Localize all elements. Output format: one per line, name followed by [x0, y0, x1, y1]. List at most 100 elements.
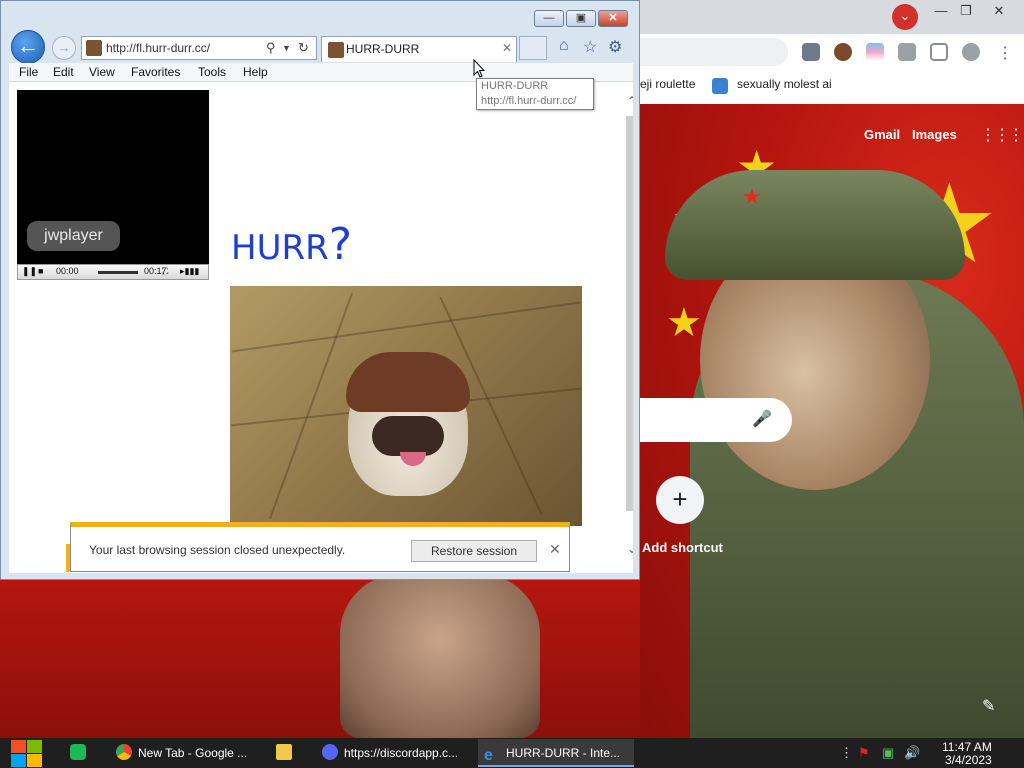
- folder-icon: [276, 744, 292, 760]
- extension-avatar-icon[interactable]: [834, 43, 852, 61]
- refresh-icon[interactable]: ↻: [298, 40, 309, 56]
- dropdown-chevron-icon[interactable]: ▼: [282, 43, 291, 53]
- clock-time[interactable]: 11:47 AM: [942, 740, 992, 754]
- bookmark-favicon-icon: [712, 78, 728, 94]
- kebab-menu-icon[interactable]: ⋮: [996, 43, 1014, 62]
- home-icon[interactable]: ⌂: [559, 37, 569, 55]
- mouse-cursor-icon: [473, 59, 485, 78]
- stop-icon[interactable]: ■: [38, 266, 43, 276]
- taskbar-item-chrome[interactable]: New Tab - Google ...: [112, 739, 264, 767]
- taskbar-item-ie[interactable]: e HURR-DURR - Inte...: [478, 739, 634, 767]
- fullscreen-icon[interactable]: ⛶: [162, 266, 168, 277]
- bookmark-item[interactable]: sexually molest ai: [737, 77, 832, 91]
- bookmark-item[interactable]: eji roulette: [640, 77, 695, 91]
- clock-date[interactable]: 3/4/2023: [945, 753, 992, 767]
- address-bar[interactable]: http://fl.hurr-durr.cc/ ⚲ ▼ ↻: [81, 36, 317, 60]
- start-button[interactable]: [10, 738, 44, 768]
- restore-session-button[interactable]: Restore session: [411, 540, 537, 562]
- heading-mark: ?: [328, 219, 353, 270]
- pause-icon[interactable]: ❚❚: [22, 266, 37, 277]
- customize-pencil-icon[interactable]: ✎: [982, 696, 995, 716]
- profile-icon[interactable]: [962, 43, 980, 61]
- taskbar: New Tab - Google ... https://discordapp.…: [0, 738, 1024, 768]
- seek-bar[interactable]: [98, 271, 138, 274]
- notification-message: Your last browsing session closed unexpe…: [89, 543, 346, 557]
- sidepanel-icon[interactable]: [930, 43, 948, 61]
- dog-face: [372, 416, 444, 456]
- taskbar-item-explorer[interactable]: [276, 739, 302, 767]
- menu-edit[interactable]: Edit: [53, 65, 74, 79]
- tab-title[interactable]: HURR-DURR: [346, 42, 419, 56]
- address-url[interactable]: http://fl.hurr-durr.cc/: [106, 41, 210, 55]
- close-icon[interactable]: ✕: [549, 541, 561, 558]
- jwplayer-logo: jwplayer: [27, 221, 120, 251]
- floor-tile-line: [231, 301, 581, 353]
- dog-hat: [346, 352, 470, 412]
- taskbar-item-label: https://discordapp.c...: [344, 746, 459, 760]
- minimize-icon[interactable]: —: [534, 10, 564, 27]
- menu-view[interactable]: View: [89, 65, 115, 79]
- page-content: jwplayer ❚❚ ■ 00:00 00:17 ⛶ ▸▮▮▮ HURR? ⌃…: [9, 82, 633, 573]
- heading-text: HURR: [231, 228, 329, 268]
- minimize-icon[interactable]: —: [928, 2, 954, 20]
- volume-icon[interactable]: 🔊: [904, 745, 920, 761]
- close-icon[interactable]: ✕: [598, 10, 628, 27]
- menu-tools[interactable]: Tools: [198, 65, 226, 79]
- bookmarks-bar: eji roulette sexually molest ai: [640, 74, 1024, 98]
- windows-logo-icon: [11, 754, 26, 767]
- spotify-taskbar-item[interactable]: [70, 739, 96, 767]
- extension-flag-icon[interactable]: [866, 43, 884, 61]
- menu-help[interactable]: Help: [243, 65, 268, 79]
- settings-gear-icon[interactable]: ⚙: [608, 37, 622, 57]
- tab-hurr-durr[interactable]: HURR-DURR ✕: [321, 36, 517, 62]
- scroll-up-icon[interactable]: ⌃: [627, 94, 633, 108]
- session-restore-notification: Your last browsing session closed unexpe…: [70, 522, 570, 572]
- taskbar-item-label: HURR-DURR - Inte...: [506, 746, 621, 760]
- flag-star-icon: ★: [666, 301, 702, 345]
- extensions-puzzle-icon[interactable]: [898, 43, 916, 61]
- close-icon[interactable]: ✕: [986, 2, 1012, 20]
- action-center-flag-icon[interactable]: ⚑: [858, 745, 870, 761]
- menu-favorites[interactable]: Favorites: [131, 65, 180, 79]
- favorites-star-icon[interactable]: ☆: [583, 37, 597, 57]
- images-link[interactable]: Images: [912, 127, 957, 142]
- chrome-icon: [116, 744, 132, 760]
- add-shortcut-label[interactable]: Add shortcut: [642, 540, 723, 555]
- microphone-icon[interactable]: 🎤: [752, 409, 772, 431]
- vertical-scrollbar[interactable]: ⌃ ⌄: [624, 82, 633, 573]
- time-current: 00:00: [56, 266, 79, 276]
- ublock-icon[interactable]: [802, 43, 820, 61]
- back-button[interactable]: ←: [11, 30, 45, 64]
- add-shortcut-button[interactable]: +: [656, 476, 704, 524]
- tooltip-url: http://fl.hurr-durr.cc/: [481, 95, 577, 107]
- gmail-link[interactable]: Gmail: [864, 127, 900, 142]
- dog-image: [230, 286, 582, 526]
- windows-logo-icon: [11, 740, 26, 753]
- restore-icon[interactable]: ❐: [953, 2, 979, 20]
- volume-icon[interactable]: ▸▮▮▮: [180, 266, 199, 277]
- windows-logo-icon: [27, 754, 42, 767]
- player-controls: ❚❚ ■ 00:00 00:17 ⛶ ▸▮▮▮: [17, 264, 209, 280]
- new-tab-button[interactable]: [519, 36, 547, 60]
- scroll-down-icon[interactable]: ⌄: [627, 542, 633, 556]
- google-apps-icon[interactable]: ⋮⋮⋮: [980, 126, 1024, 146]
- scroll-thumb[interactable]: [626, 116, 633, 511]
- spotify-icon: [70, 744, 86, 760]
- taskbar-item-label: New Tab - Google ...: [138, 746, 248, 760]
- menu-file[interactable]: File: [19, 65, 38, 79]
- cap-star-icon: ★: [742, 184, 762, 209]
- forward-button[interactable]: →: [52, 36, 76, 60]
- taskbar-item-discord[interactable]: https://discordapp.c...: [318, 739, 468, 767]
- tab-tooltip: HURR-DURR http://fl.hurr-durr.cc/: [476, 78, 594, 110]
- tab-close-icon[interactable]: ✕: [502, 41, 512, 55]
- search-icon[interactable]: ⚲: [266, 40, 276, 56]
- chrome-address-bar[interactable]: [640, 38, 788, 66]
- portrait-hands: [340, 574, 540, 738]
- video-player[interactable]: jwplayer ❚❚ ■ 00:00 00:17 ⛶ ▸▮▮▮: [17, 90, 209, 280]
- chrome-menu-chevron-icon[interactable]: ⌄: [892, 4, 918, 30]
- maximize-icon[interactable]: ▣: [566, 10, 596, 27]
- tray-overflow-icon[interactable]: ⋮: [840, 745, 853, 761]
- network-icon[interactable]: ▣: [882, 745, 894, 761]
- ntp-background-lower: [0, 580, 640, 738]
- tooltip-title: HURR-DURR: [481, 80, 549, 92]
